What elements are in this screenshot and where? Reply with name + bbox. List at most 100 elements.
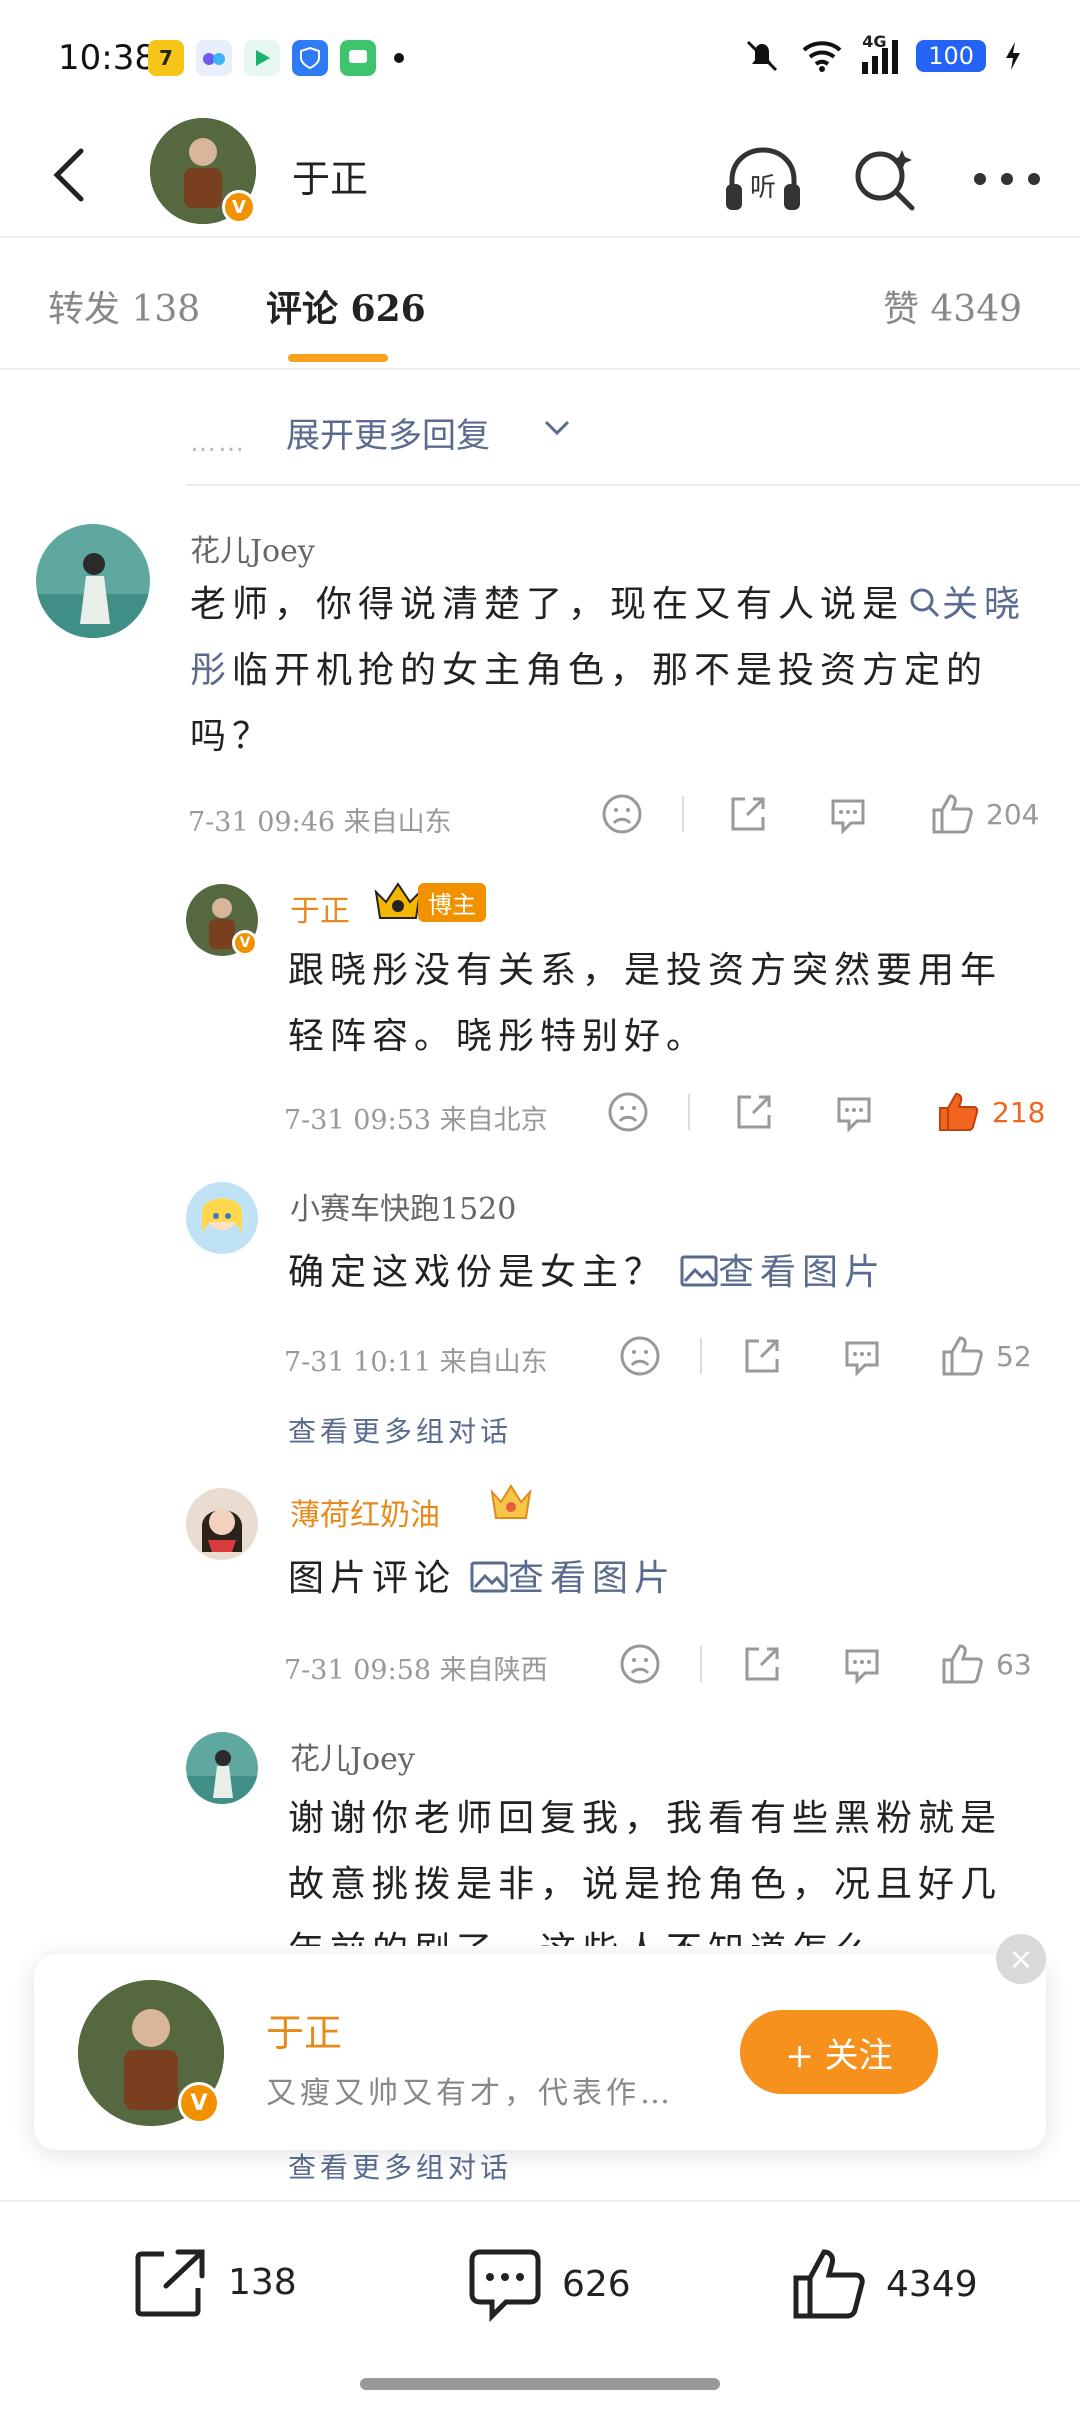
- like-button[interactable]: [938, 1640, 986, 1688]
- app-genflow-icon: [196, 40, 232, 76]
- app-message-icon: [340, 40, 376, 76]
- bottom-like-button[interactable]: 4349: [790, 2246, 978, 2322]
- share-button[interactable]: [738, 1640, 786, 1688]
- tab-likes[interactable]: 赞 4349: [883, 280, 1022, 332]
- reply-text: 图片评论 查看图片: [288, 1546, 1028, 1612]
- reply-user-name[interactable]: 薄荷红奶油: [290, 1490, 440, 1534]
- reply-user-name[interactable]: 小赛车快跑1520: [290, 1184, 516, 1228]
- tab-comments[interactable]: 评论 626: [266, 280, 426, 332]
- like-button-active[interactable]: [934, 1088, 982, 1136]
- app-7-icon: 7: [148, 40, 184, 76]
- frown-face-icon: [620, 1336, 660, 1376]
- more-notifications-dot: [394, 53, 404, 63]
- thread-dots: ……: [190, 428, 246, 458]
- app-video-icon: [244, 40, 280, 76]
- back-arrow-icon: [53, 148, 84, 202]
- tab-repost[interactable]: 转发 138: [48, 280, 200, 332]
- share-icon: [135, 2249, 205, 2317]
- host-badge: 博主: [372, 880, 486, 924]
- chevron-down-icon[interactable]: [542, 418, 572, 438]
- page-title: 于正: [292, 157, 369, 201]
- author-avatar[interactable]: V: [150, 118, 256, 224]
- reply-text: 跟晓彤没有关系，是投资方突然要用年轻阵容。晓彤特别好。: [288, 950, 1003, 1057]
- action-separator: [688, 1094, 690, 1130]
- reply-button[interactable]: [838, 1640, 886, 1688]
- follow-card-description: 又瘦又帅又有才，代表作…: [266, 2076, 674, 2111]
- status-right: 4G 100: [742, 32, 1022, 76]
- share-button[interactable]: [724, 790, 772, 838]
- frown-face-icon: [602, 794, 642, 834]
- more-options-button[interactable]: [964, 136, 1050, 222]
- search-link-icon: [910, 588, 940, 618]
- status-time: 10:38: [58, 38, 156, 78]
- dislike-button[interactable]: [598, 790, 646, 838]
- image-icon: [680, 1255, 718, 1287]
- listen-button[interactable]: 听: [720, 136, 806, 222]
- follow-card-name[interactable]: 于正: [266, 2002, 342, 2057]
- share-button[interactable]: [730, 1088, 778, 1136]
- like-count: 52: [996, 1339, 1032, 1373]
- reply-button[interactable]: [830, 1088, 878, 1136]
- more-conversation-link[interactable]: 查看更多组对话: [288, 1410, 512, 1450]
- reply-user-name[interactable]: 花儿Joey: [290, 1734, 415, 1778]
- host-tag: 博主: [418, 882, 486, 922]
- share-icon: [737, 1095, 771, 1129]
- active-tab-indicator: [288, 354, 388, 362]
- dislike-button[interactable]: [604, 1088, 652, 1136]
- bottom-comment-button[interactable]: 626: [466, 2246, 631, 2322]
- share-icon: [745, 1647, 779, 1681]
- reply-button[interactable]: [838, 1332, 886, 1380]
- like-count: 4349: [886, 2263, 978, 2305]
- share-button[interactable]: [738, 1332, 786, 1380]
- view-image-link[interactable]: 查看图片: [470, 1558, 676, 1599]
- divider: [186, 484, 1080, 486]
- like-button[interactable]: [928, 790, 976, 838]
- comment-text-part: 老师，你得说清楚了，现在又有人说是: [190, 584, 905, 625]
- comment-bubble-icon: [831, 799, 865, 835]
- close-card-button[interactable]: ×: [996, 1934, 1046, 1984]
- follow-button[interactable]: + 关注: [740, 2010, 938, 2094]
- reply-button[interactable]: [824, 790, 872, 838]
- follow-card-avatar[interactable]: V: [78, 1980, 224, 2126]
- like-count: 204: [986, 797, 1040, 831]
- verified-badge-icon: V: [178, 2082, 220, 2124]
- reply-actions: 218: [604, 1088, 1045, 1136]
- reply-meta: 7-31 09:53 来自北京: [284, 1105, 548, 1136]
- frown-face-icon: [608, 1092, 648, 1132]
- share-icon: [745, 1339, 779, 1373]
- thumbs-up-icon: [942, 1644, 983, 1684]
- action-separator: [682, 796, 684, 832]
- reply-meta: 7-31 09:58 来自陕西: [284, 1655, 548, 1686]
- bottom-repost-button[interactable]: 138: [134, 2246, 297, 2318]
- thumbs-up-icon: [793, 2249, 865, 2319]
- expand-more-replies[interactable]: 展开更多回复: [286, 408, 490, 457]
- reply-avatar[interactable]: [186, 1732, 258, 1804]
- search-button[interactable]: [842, 136, 928, 222]
- comment-text: 老师，你得说清楚了，现在又有人说是 关晓彤临开机抢的女主角色，那不是投资方定的吗？: [190, 572, 1050, 770]
- action-separator: [700, 1646, 702, 1682]
- svg-text:听: 听: [750, 173, 776, 203]
- view-image-link[interactable]: 查看图片: [680, 1252, 886, 1293]
- verified-badge-icon: V: [222, 190, 256, 224]
- reply-avatar[interactable]: V: [186, 884, 258, 956]
- dislike-button[interactable]: [616, 1332, 664, 1380]
- reply-text: 谢谢你老师回复我，我看有些黑粉就是故意挑拨是非，说是抢角色，况且好几年前的剧了，…: [288, 1798, 1003, 1946]
- view-image-text: 查看图片: [508, 1558, 677, 1599]
- commenter-avatar[interactable]: [36, 524, 150, 638]
- home-indicator[interactable]: [360, 2378, 720, 2390]
- reply-actions: 63: [616, 1640, 1032, 1688]
- status-bar: 10:38 7 4G 100: [0, 0, 1080, 120]
- dislike-button[interactable]: [616, 1640, 664, 1688]
- reply-author-name[interactable]: 于正: [290, 886, 350, 930]
- reply-avatar[interactable]: [186, 1488, 258, 1560]
- back-button[interactable]: [34, 140, 104, 210]
- more-conversation-link[interactable]: 查看更多组对话: [288, 2146, 512, 2186]
- reply-avatar[interactable]: [186, 1182, 258, 1254]
- reply-meta: 7-31 10:11 来自山东: [284, 1347, 548, 1378]
- commenter-name[interactable]: 花儿Joey: [190, 526, 315, 570]
- battery-indicator: 100: [916, 40, 986, 72]
- notification-icons: 7: [148, 40, 404, 76]
- frown-face-icon: [620, 1644, 660, 1684]
- like-button[interactable]: [938, 1332, 986, 1380]
- thumbs-up-icon: [942, 1336, 983, 1376]
